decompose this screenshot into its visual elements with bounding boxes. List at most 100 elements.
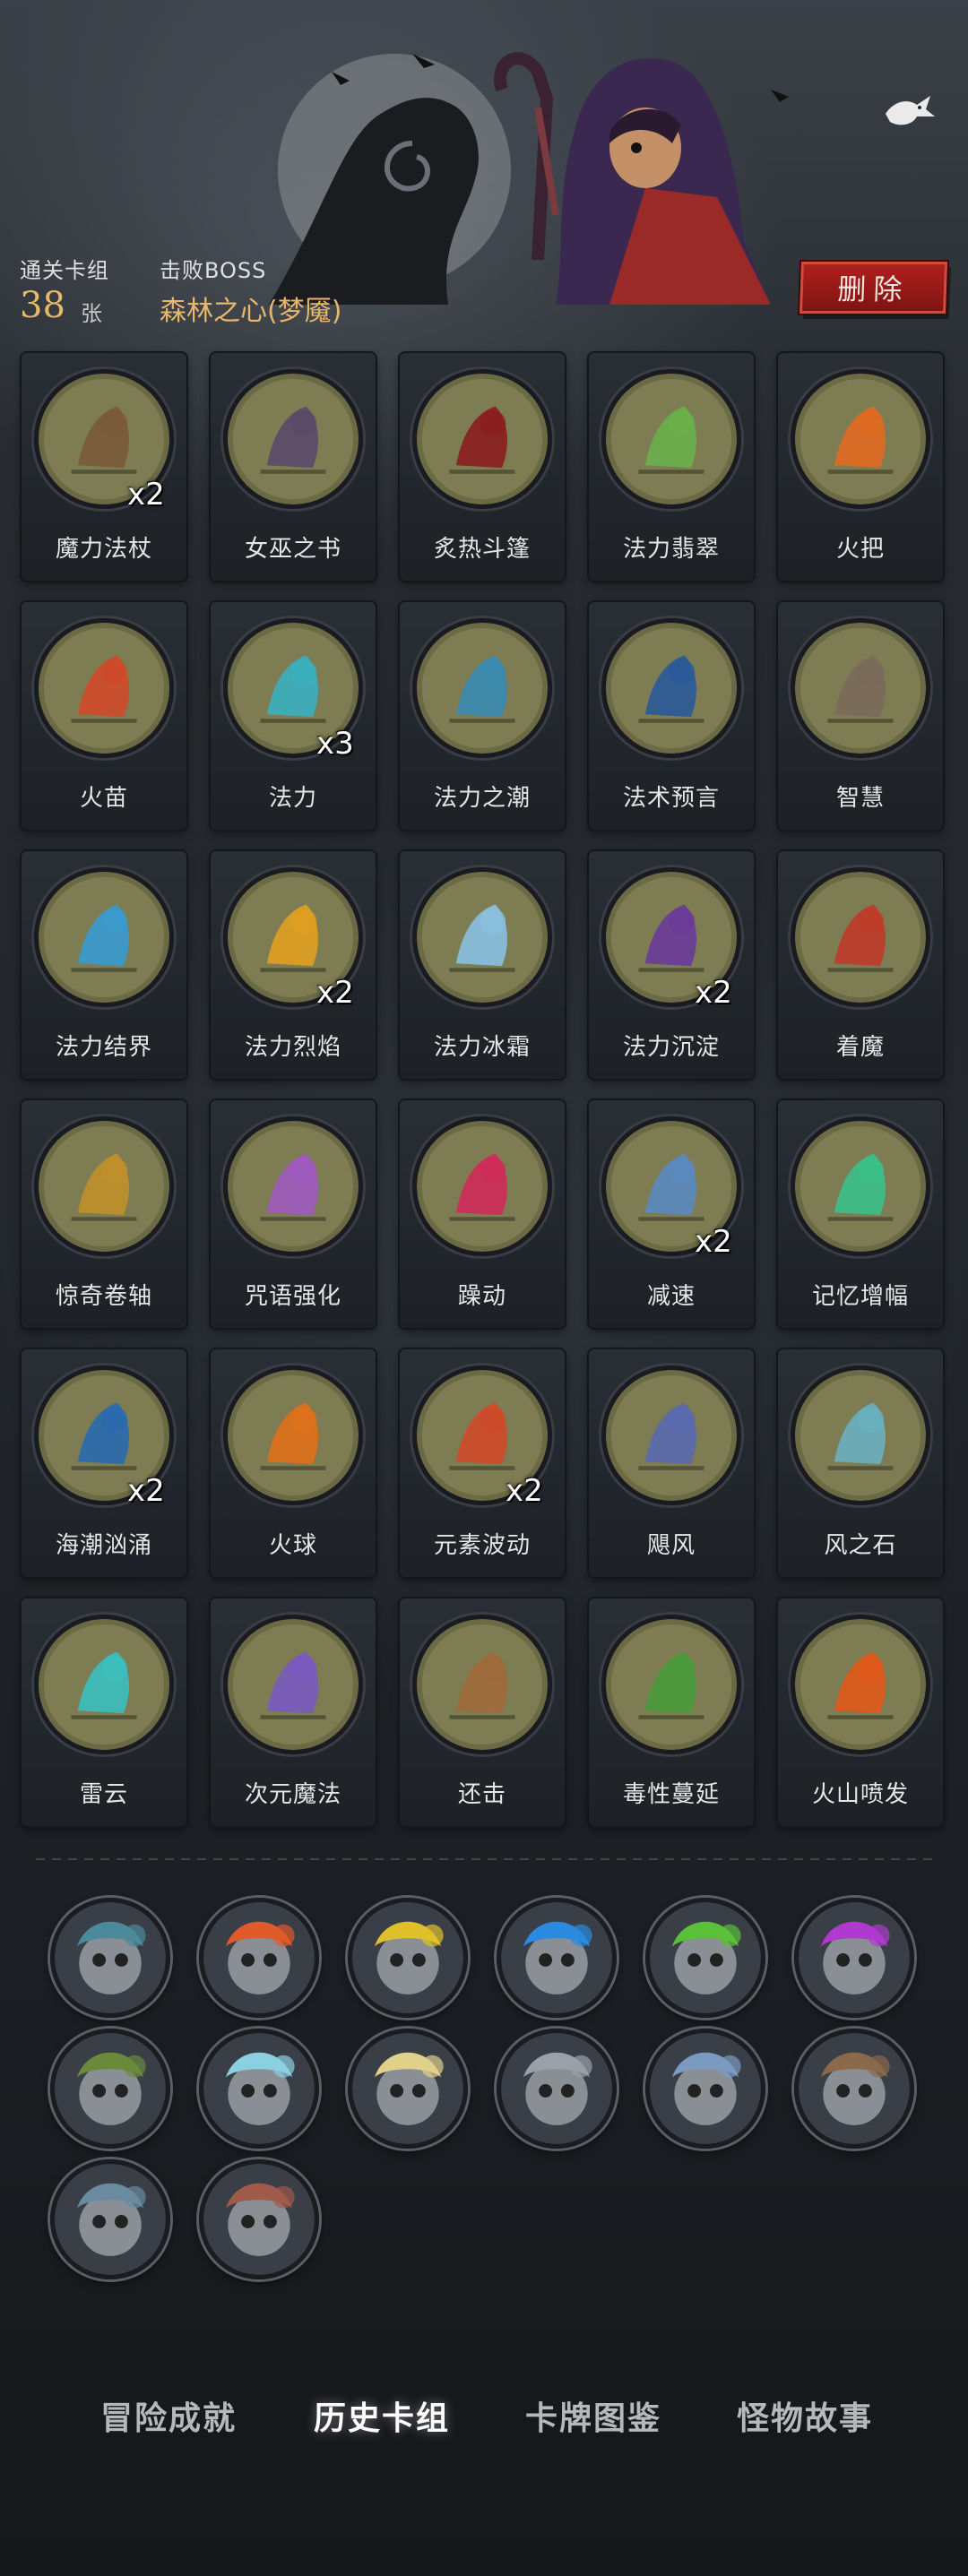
cleared-deck-label: 通关卡组 [20, 258, 109, 283]
mana-frost-icon [412, 867, 552, 1007]
card-item[interactable]: x2 魔力法杖 [22, 353, 186, 581]
settings-button[interactable] [877, 82, 939, 136]
card-item[interactable]: x2 减速 [589, 1100, 754, 1328]
card-name: 雷云 [79, 1781, 128, 1808]
delete-button[interactable]: 删除 [799, 262, 948, 314]
sage-icon [791, 618, 930, 758]
dimension-magic-icon [223, 1615, 363, 1754]
card-item[interactable]: 法力之潮 [400, 602, 565, 830]
card-item[interactable]: x2 元素波动 [400, 1349, 565, 1577]
spellbook-relic-icon[interactable] [50, 1898, 170, 2018]
dagger-relic-icon[interactable] [50, 2159, 170, 2279]
card-item[interactable]: 雷云 [22, 1598, 186, 1826]
card-count-badge: x2 [506, 1473, 543, 1509]
card-name: 火球 [268, 1532, 317, 1559]
fireball-icon [223, 1366, 363, 1505]
card-name: 飓风 [646, 1532, 696, 1559]
card-name: 火把 [835, 536, 885, 563]
card-item[interactable]: 法术预言 [589, 602, 754, 830]
card-name: 魔力法杖 [55, 536, 152, 563]
mana-emerald-icon [601, 369, 741, 509]
clock-relic-icon[interactable] [645, 2029, 765, 2149]
card-name: 炙热斗篷 [433, 536, 531, 563]
shining-book-relic-icon[interactable] [348, 2029, 468, 2149]
card-name: 咒语强化 [244, 1283, 341, 1310]
card-item[interactable]: 女巫之书 [211, 353, 376, 581]
mana-barrier-icon [34, 867, 174, 1007]
defeated-boss-label: 击败BOSS [160, 258, 267, 283]
tab-adventure-achievements[interactable]: 冒险成就 [100, 2392, 237, 2439]
card-name: 火苗 [79, 785, 128, 812]
tab-monster-stories[interactable]: 怪物故事 [737, 2392, 873, 2439]
blue-skull-relic-icon[interactable] [497, 1898, 617, 2018]
ice-swords-relic-icon[interactable] [199, 2029, 319, 2149]
purple-skull-relic-icon[interactable] [794, 1898, 914, 2018]
card-item[interactable]: 智慧 [778, 602, 943, 830]
card-item[interactable]: 惊奇卷轴 [22, 1100, 186, 1328]
header: 通关卡组 38 张 击败BOSS 森林之心(梦魇) 删除 [0, 0, 968, 340]
thundercloud-icon [34, 1615, 174, 1754]
card-item[interactable]: 法力冰霜 [400, 851, 565, 1079]
tab-history-deck[interactable]: 历史卡组 [314, 2392, 450, 2439]
hurricane-icon [601, 1366, 741, 1505]
goblin-relic-icon[interactable] [50, 2029, 170, 2149]
card-name: 法力结界 [55, 1034, 152, 1061]
card-grid: x2 魔力法杖 女巫之书 炙热斗篷 法力翡翠 火把火苗 x3 法力 法力之潮 法术预言 智慧法力结界… [22, 353, 946, 1826]
card-item[interactable]: 记忆增幅 [778, 1100, 943, 1328]
card-item[interactable]: 火山喷发 [778, 1598, 943, 1826]
card-name: 还击 [457, 1781, 506, 1808]
card-item[interactable]: x2 法力烈焰 [211, 851, 376, 1079]
card-item[interactable]: 火苗 [22, 602, 186, 830]
card-item[interactable]: 风之石 [778, 1349, 943, 1577]
card-item[interactable]: 着魔 [778, 851, 943, 1079]
card-name: 法术预言 [622, 785, 720, 812]
card-count-badge: x2 [695, 1224, 732, 1260]
bird-icon [886, 96, 935, 125]
tab-card-gallery[interactable]: 卡牌图鉴 [525, 2392, 661, 2439]
card-name: 海潮汹涌 [55, 1532, 152, 1559]
card-item[interactable]: 躁动 [400, 1100, 565, 1328]
red-cloak-icon [412, 369, 552, 509]
green-skull-relic-icon[interactable] [645, 1898, 765, 2018]
card-name: 女巫之书 [244, 536, 341, 563]
card-name: 记忆增幅 [811, 1283, 909, 1310]
card-name: 法力 [268, 785, 317, 812]
fire-skull-relic-icon[interactable] [199, 1898, 319, 2018]
card-item[interactable]: 火球 [211, 1349, 376, 1577]
card-item[interactable]: 咒语强化 [211, 1100, 376, 1328]
card-count-badge: x2 [127, 477, 165, 513]
card-name: 法力冰霜 [433, 1034, 531, 1061]
card-item[interactable]: 次元魔法 [211, 1598, 376, 1826]
card-item[interactable]: 还击 [400, 1598, 565, 1826]
volcano-icon [791, 1615, 930, 1754]
memory-boost-icon [791, 1116, 930, 1256]
gold-skull-relic-icon[interactable] [348, 1898, 468, 2018]
card-item[interactable]: 火把 [778, 353, 943, 581]
scroll-icon [34, 1116, 174, 1256]
card-name: 法力翡翠 [622, 536, 720, 563]
poison-spread-icon [601, 1615, 741, 1754]
torch-icon [791, 369, 930, 509]
mana-tide-icon [412, 618, 552, 758]
card-count-badge: x2 [695, 975, 732, 1011]
card-name: 法力之潮 [433, 785, 531, 812]
card-item[interactable]: 炙热斗篷 [400, 353, 565, 581]
card-item[interactable]: 毒性蔓延 [589, 1598, 754, 1826]
card-count-badge: x2 [316, 975, 354, 1011]
card-item[interactable]: 法力翡翠 [589, 353, 754, 581]
wind-stone-icon [791, 1366, 930, 1505]
card-name: 惊奇卷轴 [55, 1283, 152, 1310]
card-item[interactable]: 飓风 [589, 1349, 754, 1577]
card-item[interactable]: 法力结界 [22, 851, 186, 1079]
counterattack-icon [412, 1615, 552, 1754]
pirate-relic-icon[interactable] [794, 2029, 914, 2149]
card-name: 躁动 [457, 1283, 506, 1310]
frenzy-icon [412, 1116, 552, 1256]
card-count-unit: 张 [81, 301, 102, 326]
card-item[interactable]: x2 法力沉淀 [589, 851, 754, 1079]
card-item[interactable]: x2 海潮汹涌 [22, 1349, 186, 1577]
ghost-cards-relic-icon[interactable] [497, 2029, 617, 2149]
card-name: 次元魔法 [244, 1781, 341, 1808]
brute-relic-icon[interactable] [199, 2159, 319, 2279]
card-item[interactable]: x3 法力 [211, 602, 376, 830]
